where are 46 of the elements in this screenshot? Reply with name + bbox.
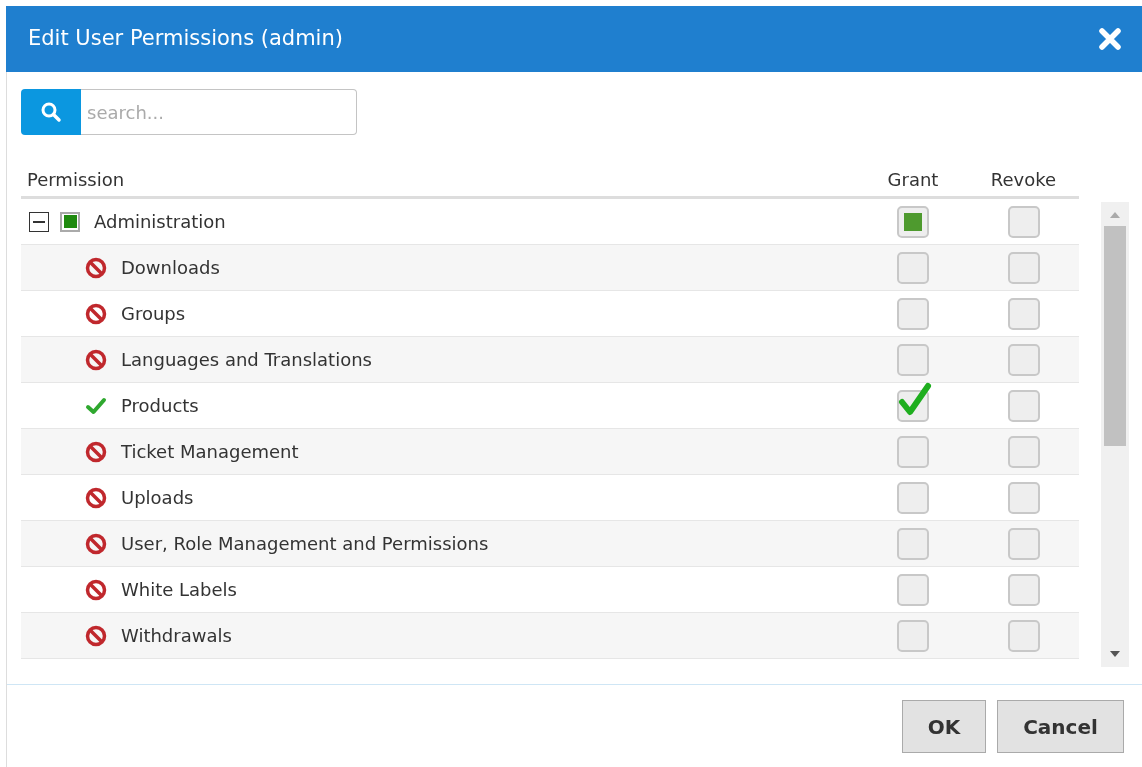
permission-label: Withdrawals: [121, 624, 232, 648]
dialog-title: Edit User Permissions (admin): [28, 25, 343, 53]
minus-icon: [33, 220, 45, 223]
checkbox[interactable]: [1007, 435, 1040, 468]
permission-label: User, Role Management and Permissions: [121, 532, 489, 556]
checkbox[interactable]: [1007, 619, 1040, 652]
permission-label: White Labels: [121, 578, 237, 602]
checkbox[interactable]: [897, 481, 929, 514]
cancel-button[interactable]: Cancel: [997, 700, 1124, 753]
permission-label: Groups: [121, 302, 186, 326]
search-button[interactable]: [21, 89, 81, 135]
search-field[interactable]: search...: [81, 89, 357, 135]
permission-label: Uploads: [121, 486, 194, 510]
ok-button[interactable]: OK: [902, 700, 986, 753]
permission-label: Downloads: [121, 256, 220, 280]
checkbox[interactable]: [1007, 205, 1040, 238]
scroll-up-icon[interactable]: [1110, 212, 1120, 218]
scrollbar[interactable]: [1101, 202, 1129, 667]
checkbox[interactable]: [897, 619, 929, 652]
checkbox[interactable]: [1007, 389, 1040, 422]
permission-label: Languages and Translations: [121, 348, 372, 372]
checkbox[interactable]: [897, 297, 929, 330]
checkbox[interactable]: [897, 205, 929, 238]
checkbox[interactable]: [1007, 251, 1040, 284]
checkbox[interactable]: [1007, 343, 1040, 376]
scroll-down-icon[interactable]: [1110, 651, 1120, 657]
column-header: Permission: [26, 168, 126, 192]
checkbox[interactable]: [1007, 297, 1040, 330]
column-header: Revoke: [989, 168, 1058, 192]
checkbox[interactable]: [897, 251, 929, 284]
checkbox[interactable]: [1007, 573, 1040, 606]
close-icon[interactable]: [1098, 27, 1122, 51]
checkbox[interactable]: [897, 573, 929, 606]
checkbox[interactable]: [897, 435, 929, 468]
permission-label: Ticket Management: [121, 440, 299, 464]
checkbox[interactable]: [897, 527, 929, 560]
checkbox[interactable]: [1007, 481, 1040, 514]
permission-label: Administration: [94, 210, 226, 234]
column-header: Grant: [886, 168, 940, 192]
checkmark-icon: [898, 381, 932, 418]
permission-label: Products: [121, 394, 199, 418]
scrollbar-thumb[interactable]: [1104, 226, 1126, 446]
search-icon: [40, 101, 62, 123]
checkbox[interactable]: [1007, 527, 1040, 560]
collapse-toggle[interactable]: [29, 211, 49, 232]
checkbox[interactable]: [897, 343, 929, 376]
